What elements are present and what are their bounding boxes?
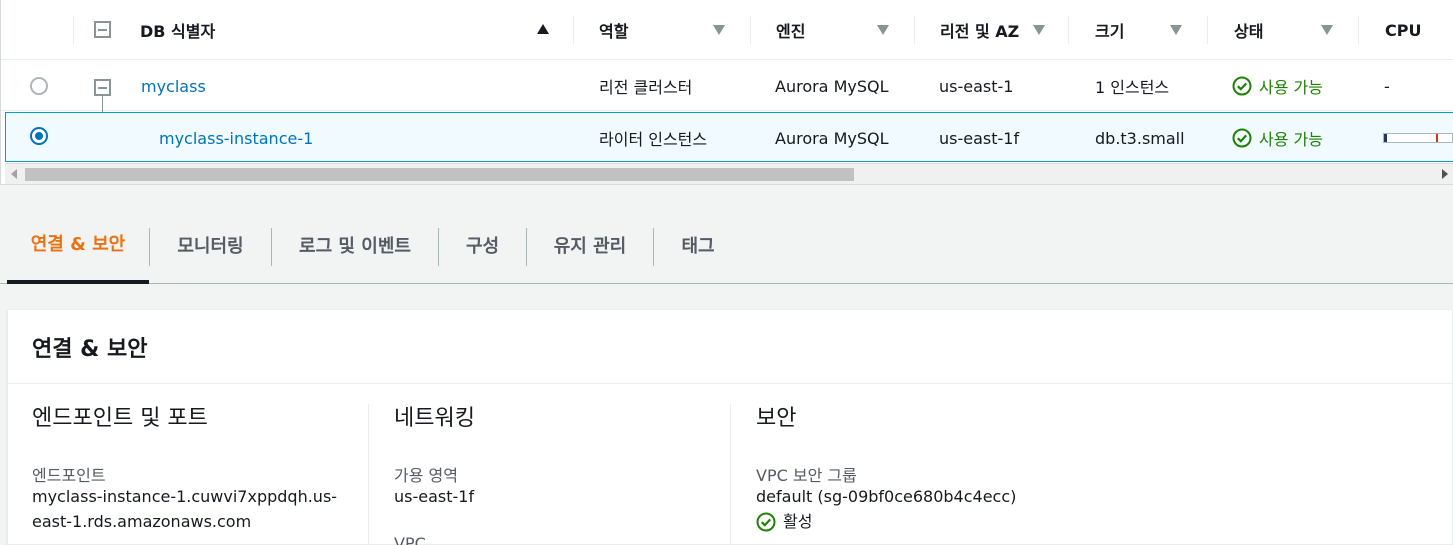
tab-logs-events[interactable]: 로그 및 이벤트 <box>272 206 438 284</box>
db-identifier-link[interactable]: myclass <box>141 61 206 111</box>
status-label: 활성 <box>783 512 813 531</box>
section-heading: 보안 <box>756 406 797 431</box>
cell-status: 사용 가능 <box>1232 113 1323 163</box>
availability-zone-label: 가용 영역 <box>394 466 458 485</box>
header-status[interactable]: 상태 <box>1234 0 1263 60</box>
tab-connectivity-security[interactable]: 연결 & 보안 <box>7 206 149 284</box>
table-row-selected[interactable]: myclass-instance-1 라이터 인스턴스 Aurora MySQL… <box>5 112 1453 162</box>
cell-role: 리전 클러스터 <box>599 78 693 97</box>
cell-region: us-east-1f <box>939 128 1020 148</box>
detail-tabs: 연결 & 보안 모니터링 로그 및 이벤트 구성 유지 관리 태그 <box>0 206 1453 284</box>
tab-tags[interactable]: 태그 <box>654 206 742 284</box>
cell-engine: Aurora MySQL <box>775 128 889 148</box>
horizontal-scrollbar[interactable] <box>5 163 1453 184</box>
column-divider <box>1207 16 1208 44</box>
cpu-threshold-marker <box>1436 134 1438 142</box>
cell-size: 1 인스턴스 <box>1095 78 1170 97</box>
cell-role: 라이터 인스턴스 <box>599 130 708 149</box>
column-divider <box>573 16 574 44</box>
section-heading: 엔드포인트 및 포트 <box>32 406 208 431</box>
sort-caret-icon[interactable] <box>1321 25 1333 35</box>
column-divider <box>73 16 74 44</box>
scroll-right-arrow-icon[interactable] <box>1442 169 1448 179</box>
check-circle-icon <box>1232 128 1252 148</box>
security-group-status: 활성 <box>756 509 812 534</box>
header-db-identifier[interactable]: DB 식별자 <box>140 0 215 60</box>
networking-section: 네트워킹 가용 영역 us-east-1f VPC <box>394 384 714 545</box>
availability-zone-value: us-east-1f <box>394 487 475 506</box>
endpoint-label: 엔드포인트 <box>32 466 106 485</box>
cell-cpu: - <box>1384 76 1390 96</box>
check-circle-icon <box>756 512 776 531</box>
column-divider <box>914 16 915 44</box>
cell-size: db.t3.small <box>1095 128 1185 148</box>
header-cpu[interactable]: CPU <box>1385 0 1421 60</box>
tab-monitoring[interactable]: 모니터링 <box>150 206 271 284</box>
scrollbar-thumb[interactable] <box>25 168 854 181</box>
collapse-icon[interactable] <box>94 79 111 96</box>
db-instances-table: DB 식별자 역할 엔진 리전 및 AZ 크기 상태 CPU myclass 리… <box>0 0 1453 185</box>
endpoint-section: 엔드포인트 및 포트 엔드포인트 myclass-instance-1.cuwv… <box>32 384 352 545</box>
sort-caret-icon[interactable] <box>1033 25 1045 35</box>
table-header: DB 식별자 역할 엔진 리전 및 AZ 크기 상태 CPU <box>1 0 1453 60</box>
db-identifier-link[interactable]: myclass-instance-1 <box>159 113 313 163</box>
sort-caret-icon[interactable] <box>1170 25 1182 35</box>
cell-region: us-east-1 <box>939 76 1014 96</box>
panel-title: 연결 & 보안 <box>8 310 1452 384</box>
status-label: 사용 가능 <box>1259 78 1323 97</box>
check-circle-icon <box>1232 76 1252 96</box>
row-select-radio-selected[interactable] <box>30 127 48 145</box>
status-label: 사용 가능 <box>1259 130 1323 149</box>
header-size[interactable]: 크기 <box>1095 0 1124 60</box>
header-region-az[interactable]: 리전 및 AZ <box>940 0 1019 60</box>
column-divider <box>750 16 751 44</box>
vpc-security-group-label: VPC 보안 그룹 <box>756 466 857 485</box>
section-heading: 네트워킹 <box>394 406 475 431</box>
cell-engine: Aurora MySQL <box>775 76 889 96</box>
collapse-all-icon[interactable] <box>94 21 111 38</box>
cpu-utilization-bar <box>1383 133 1453 143</box>
tab-maintenance[interactable]: 유지 관리 <box>527 206 653 284</box>
column-divider <box>1358 16 1359 44</box>
row-select-radio[interactable] <box>30 77 48 95</box>
sort-caret-icon[interactable] <box>713 25 725 35</box>
header-engine[interactable]: 엔진 <box>776 0 805 60</box>
sort-caret-icon[interactable] <box>877 25 889 35</box>
security-section: 보안 VPC 보안 그룹 default (sg-09bf0ce680b4c4e… <box>756 384 1256 545</box>
security-group-link[interactable]: default (sg-09bf0ce680b4c4ecc) <box>756 484 1016 509</box>
table-row[interactable]: myclass 리전 클러스터 Aurora MySQL us-east-1 1… <box>1 61 1453 111</box>
sort-ascending-icon[interactable] <box>537 24 549 34</box>
connectivity-security-panel: 연결 & 보안 엔드포인트 및 포트 엔드포인트 myclass-instanc… <box>7 309 1453 545</box>
scroll-left-arrow-icon[interactable] <box>11 169 17 179</box>
endpoint-value: myclass-instance-1.cuwvi7xppdqh.us-east-… <box>32 487 338 531</box>
header-role[interactable]: 역할 <box>599 0 628 60</box>
column-divider <box>1068 16 1069 44</box>
column-divider <box>368 404 369 545</box>
column-divider <box>730 404 731 545</box>
cpu-utilization-fill <box>1384 134 1388 142</box>
cell-status: 사용 가능 <box>1232 61 1323 111</box>
tab-configuration[interactable]: 구성 <box>439 206 526 284</box>
vpc-label: VPC <box>394 534 426 545</box>
